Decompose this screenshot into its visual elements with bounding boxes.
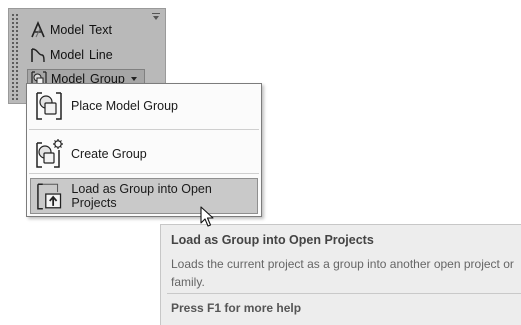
menu-divider	[29, 173, 259, 174]
model-line-button[interactable]: Model Line	[29, 45, 113, 65]
model-group-menu: Place Model Group Create Group Load as G…	[26, 83, 262, 217]
load-as-group-label: Load as Group into Open Projects	[71, 182, 212, 210]
menu-divider	[29, 129, 259, 130]
create-group-icon	[36, 139, 63, 168]
model-text-icon	[31, 21, 45, 38]
tooltip: Load as Group into Open Projects Loads t…	[160, 224, 521, 325]
create-group-label: Create Group	[71, 147, 147, 161]
model-text-button[interactable]: Model Text	[29, 20, 112, 40]
load-as-group-item[interactable]: Load as Group into Open Projects	[30, 178, 258, 214]
create-group-item[interactable]: Create Group	[30, 136, 258, 172]
place-model-group-label: Place Model Group	[71, 99, 179, 113]
model-line-icon	[31, 48, 45, 63]
panel-grip-handle[interactable]	[11, 13, 19, 101]
tooltip-help-text: Press F1 for more help	[171, 301, 302, 315]
chevron-down-icon	[130, 77, 137, 81]
model-line-word1: Model	[50, 48, 85, 62]
place-model-group-item[interactable]: Place Model Group	[30, 88, 258, 124]
mouse-cursor-icon	[200, 206, 214, 227]
model-text-word1: Model	[50, 23, 85, 37]
tooltip-title: Load as Group into Open Projects	[171, 233, 374, 247]
model-line-word2: Line	[89, 48, 113, 62]
panel-expand-icon[interactable]	[152, 13, 160, 22]
place-model-group-icon	[36, 92, 62, 120]
model-text-word2: Text	[89, 23, 112, 37]
tooltip-divider	[167, 293, 521, 294]
load-group-icon	[37, 183, 62, 210]
tooltip-description: Loads the current project as a group int…	[171, 257, 514, 289]
